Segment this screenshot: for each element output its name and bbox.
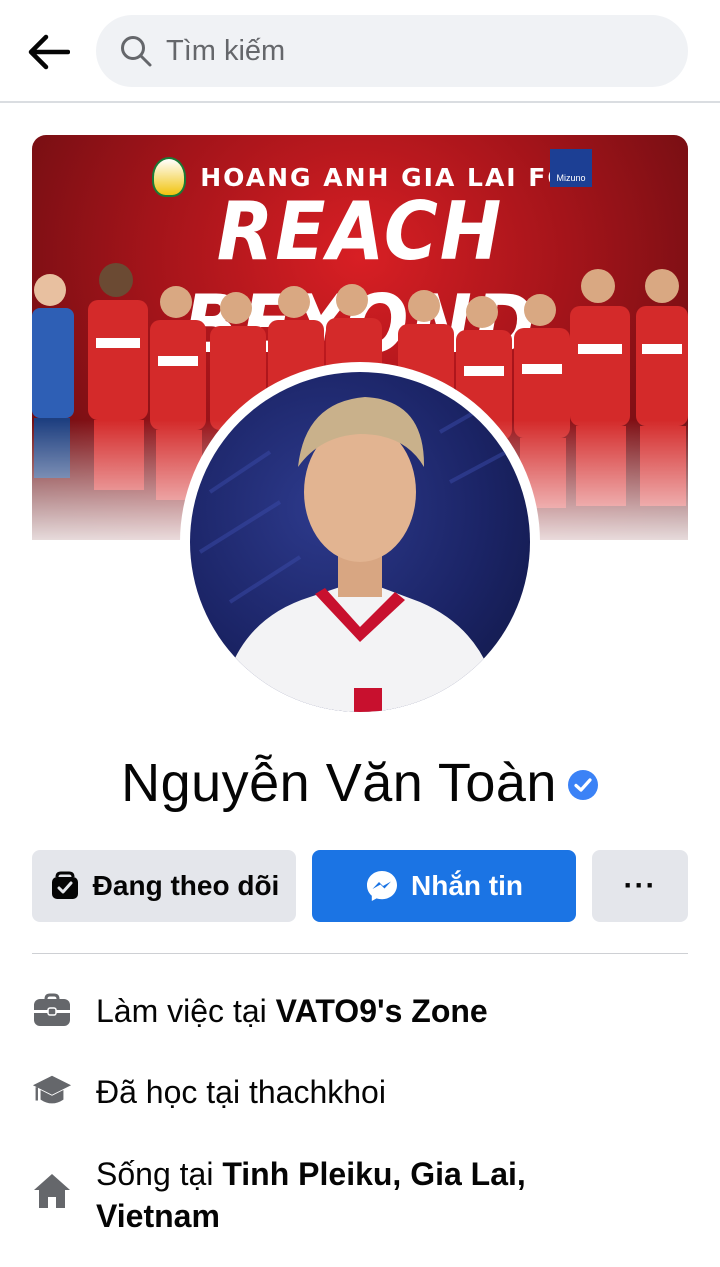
sponsor-logo: Mizuno [550, 149, 592, 187]
top-bar [0, 0, 720, 103]
profile-name: Nguyễn Văn Toàn [121, 753, 557, 813]
graduation-cap-icon [32, 1071, 72, 1111]
messenger-icon [365, 869, 399, 903]
following-icon [49, 870, 81, 902]
verified-badge-icon [567, 770, 598, 800]
intro-education-text: Đã học tại thachkhoi [96, 1071, 386, 1113]
intro-work-link[interactable]: VATO9's Zone [276, 993, 488, 1029]
profile-name-row: Nguyễn Văn Toàn [0, 752, 720, 814]
profile-picture-frame[interactable] [180, 362, 540, 722]
search-icon [118, 33, 154, 69]
intro-lives-prefix: Sống tại [96, 1156, 223, 1192]
divider [32, 953, 688, 954]
more-options-button[interactable]: ··· [592, 850, 688, 922]
back-arrow-icon [28, 34, 70, 70]
intro-lives-text: Sống tại Tinh Pleiku, Gia Lai, Vietnam [96, 1153, 556, 1237]
following-label: Đang theo dõi [92, 870, 280, 901]
profile-picture[interactable] [190, 372, 530, 712]
intro-education-prefix: Đã học tại [96, 1074, 249, 1110]
profile-actions: Đang theo dõi Nhắn tin ··· [32, 850, 688, 922]
briefcase-icon [32, 990, 72, 1030]
intro-lives-row: Sống tại Tinh Pleiku, Gia Lai, Vietnam [32, 1153, 688, 1237]
search-input[interactable] [166, 34, 646, 68]
intro-work-row: Làm việc tại VATO9's Zone [32, 990, 688, 1032]
intro-education-row: Đã học tại thachkhoi [32, 1071, 688, 1113]
intro-work-prefix: Làm việc tại [96, 993, 276, 1029]
more-icon: ··· [623, 869, 657, 902]
back-button[interactable] [22, 28, 74, 76]
profile-portrait-image [198, 390, 526, 712]
home-icon [32, 1171, 72, 1211]
message-button[interactable]: Nhắn tin [312, 850, 576, 922]
search-bar[interactable] [96, 15, 688, 87]
message-label: Nhắn tin [411, 870, 523, 901]
following-button[interactable]: Đang theo dõi [32, 850, 296, 922]
intro-work-text: Làm việc tại VATO9's Zone [96, 990, 488, 1032]
intro-education-link[interactable]: thachkhoi [249, 1074, 386, 1110]
